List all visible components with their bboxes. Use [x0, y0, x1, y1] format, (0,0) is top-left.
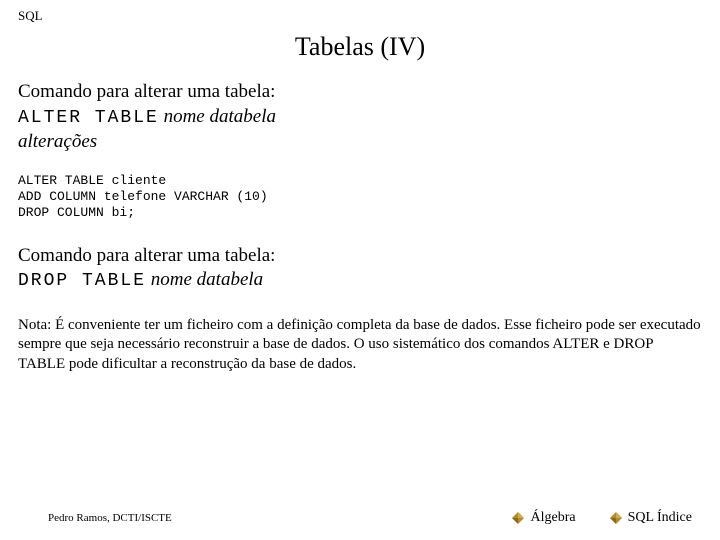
- nav-link-label: SQL Índice: [628, 510, 692, 526]
- diamond-icon: [610, 512, 622, 524]
- nav-link-label: Álgebra: [530, 510, 575, 526]
- alter-syntax: ALTER TABLE nome databela: [18, 105, 702, 130]
- nav-link-sql-index[interactable]: SQL Índice: [610, 510, 692, 526]
- drop-arg: nome databela: [151, 269, 263, 290]
- nav-link-algebra[interactable]: Álgebra: [512, 510, 575, 526]
- header-label: SQL: [18, 8, 702, 24]
- alter-section: Comando para alterar uma tabela: ALTER T…: [18, 80, 702, 155]
- code-example: ALTER TABLE cliente ADD COLUMN telefone …: [18, 173, 702, 222]
- code-line-2: ADD COLUMN telefone VARCHAR (10): [18, 189, 268, 204]
- drop-keyword: DROP TABLE: [18, 271, 146, 291]
- page-title: Tabelas (IV): [18, 32, 702, 62]
- alter-changes: alterações: [18, 130, 702, 155]
- note-text: Nota: É conveniente ter um ficheiro com …: [18, 316, 702, 375]
- alter-keyword: ALTER TABLE: [18, 108, 159, 128]
- footer-author: Pedro Ramos, DCTI/ISCTE: [48, 512, 172, 524]
- footer: Pedro Ramos, DCTI/ISCTE Álgebra SQL Índi…: [0, 510, 720, 526]
- drop-syntax: DROP TABLE nome databela: [18, 268, 702, 293]
- alter-intro: Comando para alterar uma tabela:: [18, 80, 702, 105]
- drop-intro: Comando para alterar uma tabela:: [18, 244, 702, 269]
- footer-nav: Álgebra SQL Índice: [512, 510, 692, 526]
- code-line-1: ALTER TABLE cliente: [18, 173, 166, 188]
- drop-section: Comando para alterar uma tabela: DROP TA…: [18, 244, 702, 294]
- diamond-icon: [512, 512, 524, 524]
- code-line-3: DROP COLUMN bi;: [18, 205, 135, 220]
- alter-arg: nome databela: [164, 106, 276, 127]
